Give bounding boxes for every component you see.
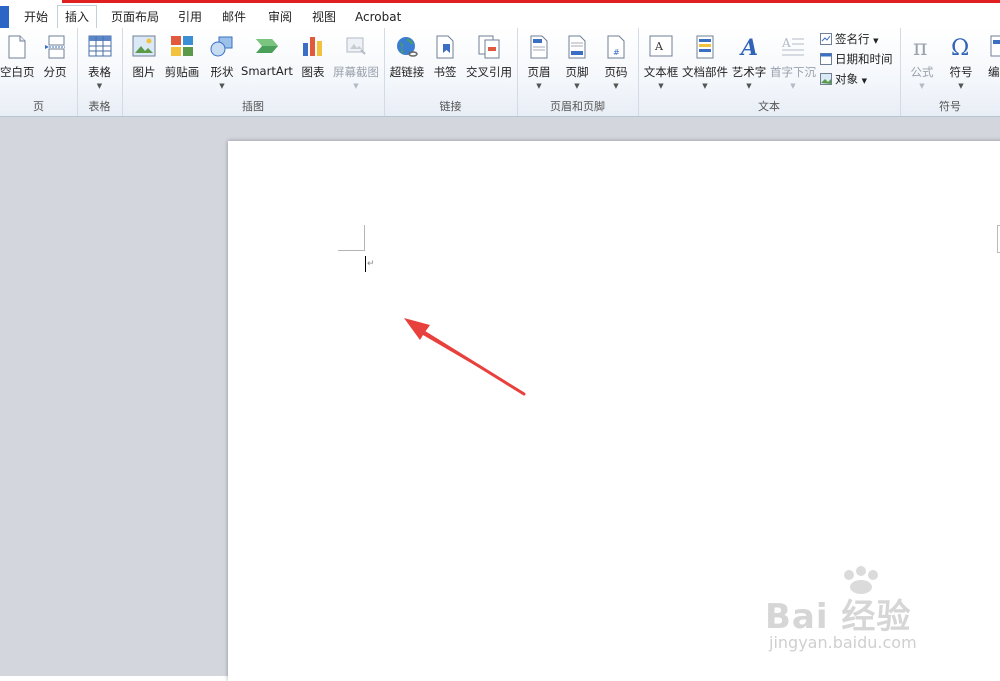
annotation-arrow-shaft <box>409 322 526 396</box>
baidu-jingyan-watermark: Bai 经验 jingyan.baidu.com <box>765 565 995 660</box>
watermark-url: jingyan.baidu.com <box>769 633 917 652</box>
watermark-brand: Bai 经验 <box>765 597 912 637</box>
